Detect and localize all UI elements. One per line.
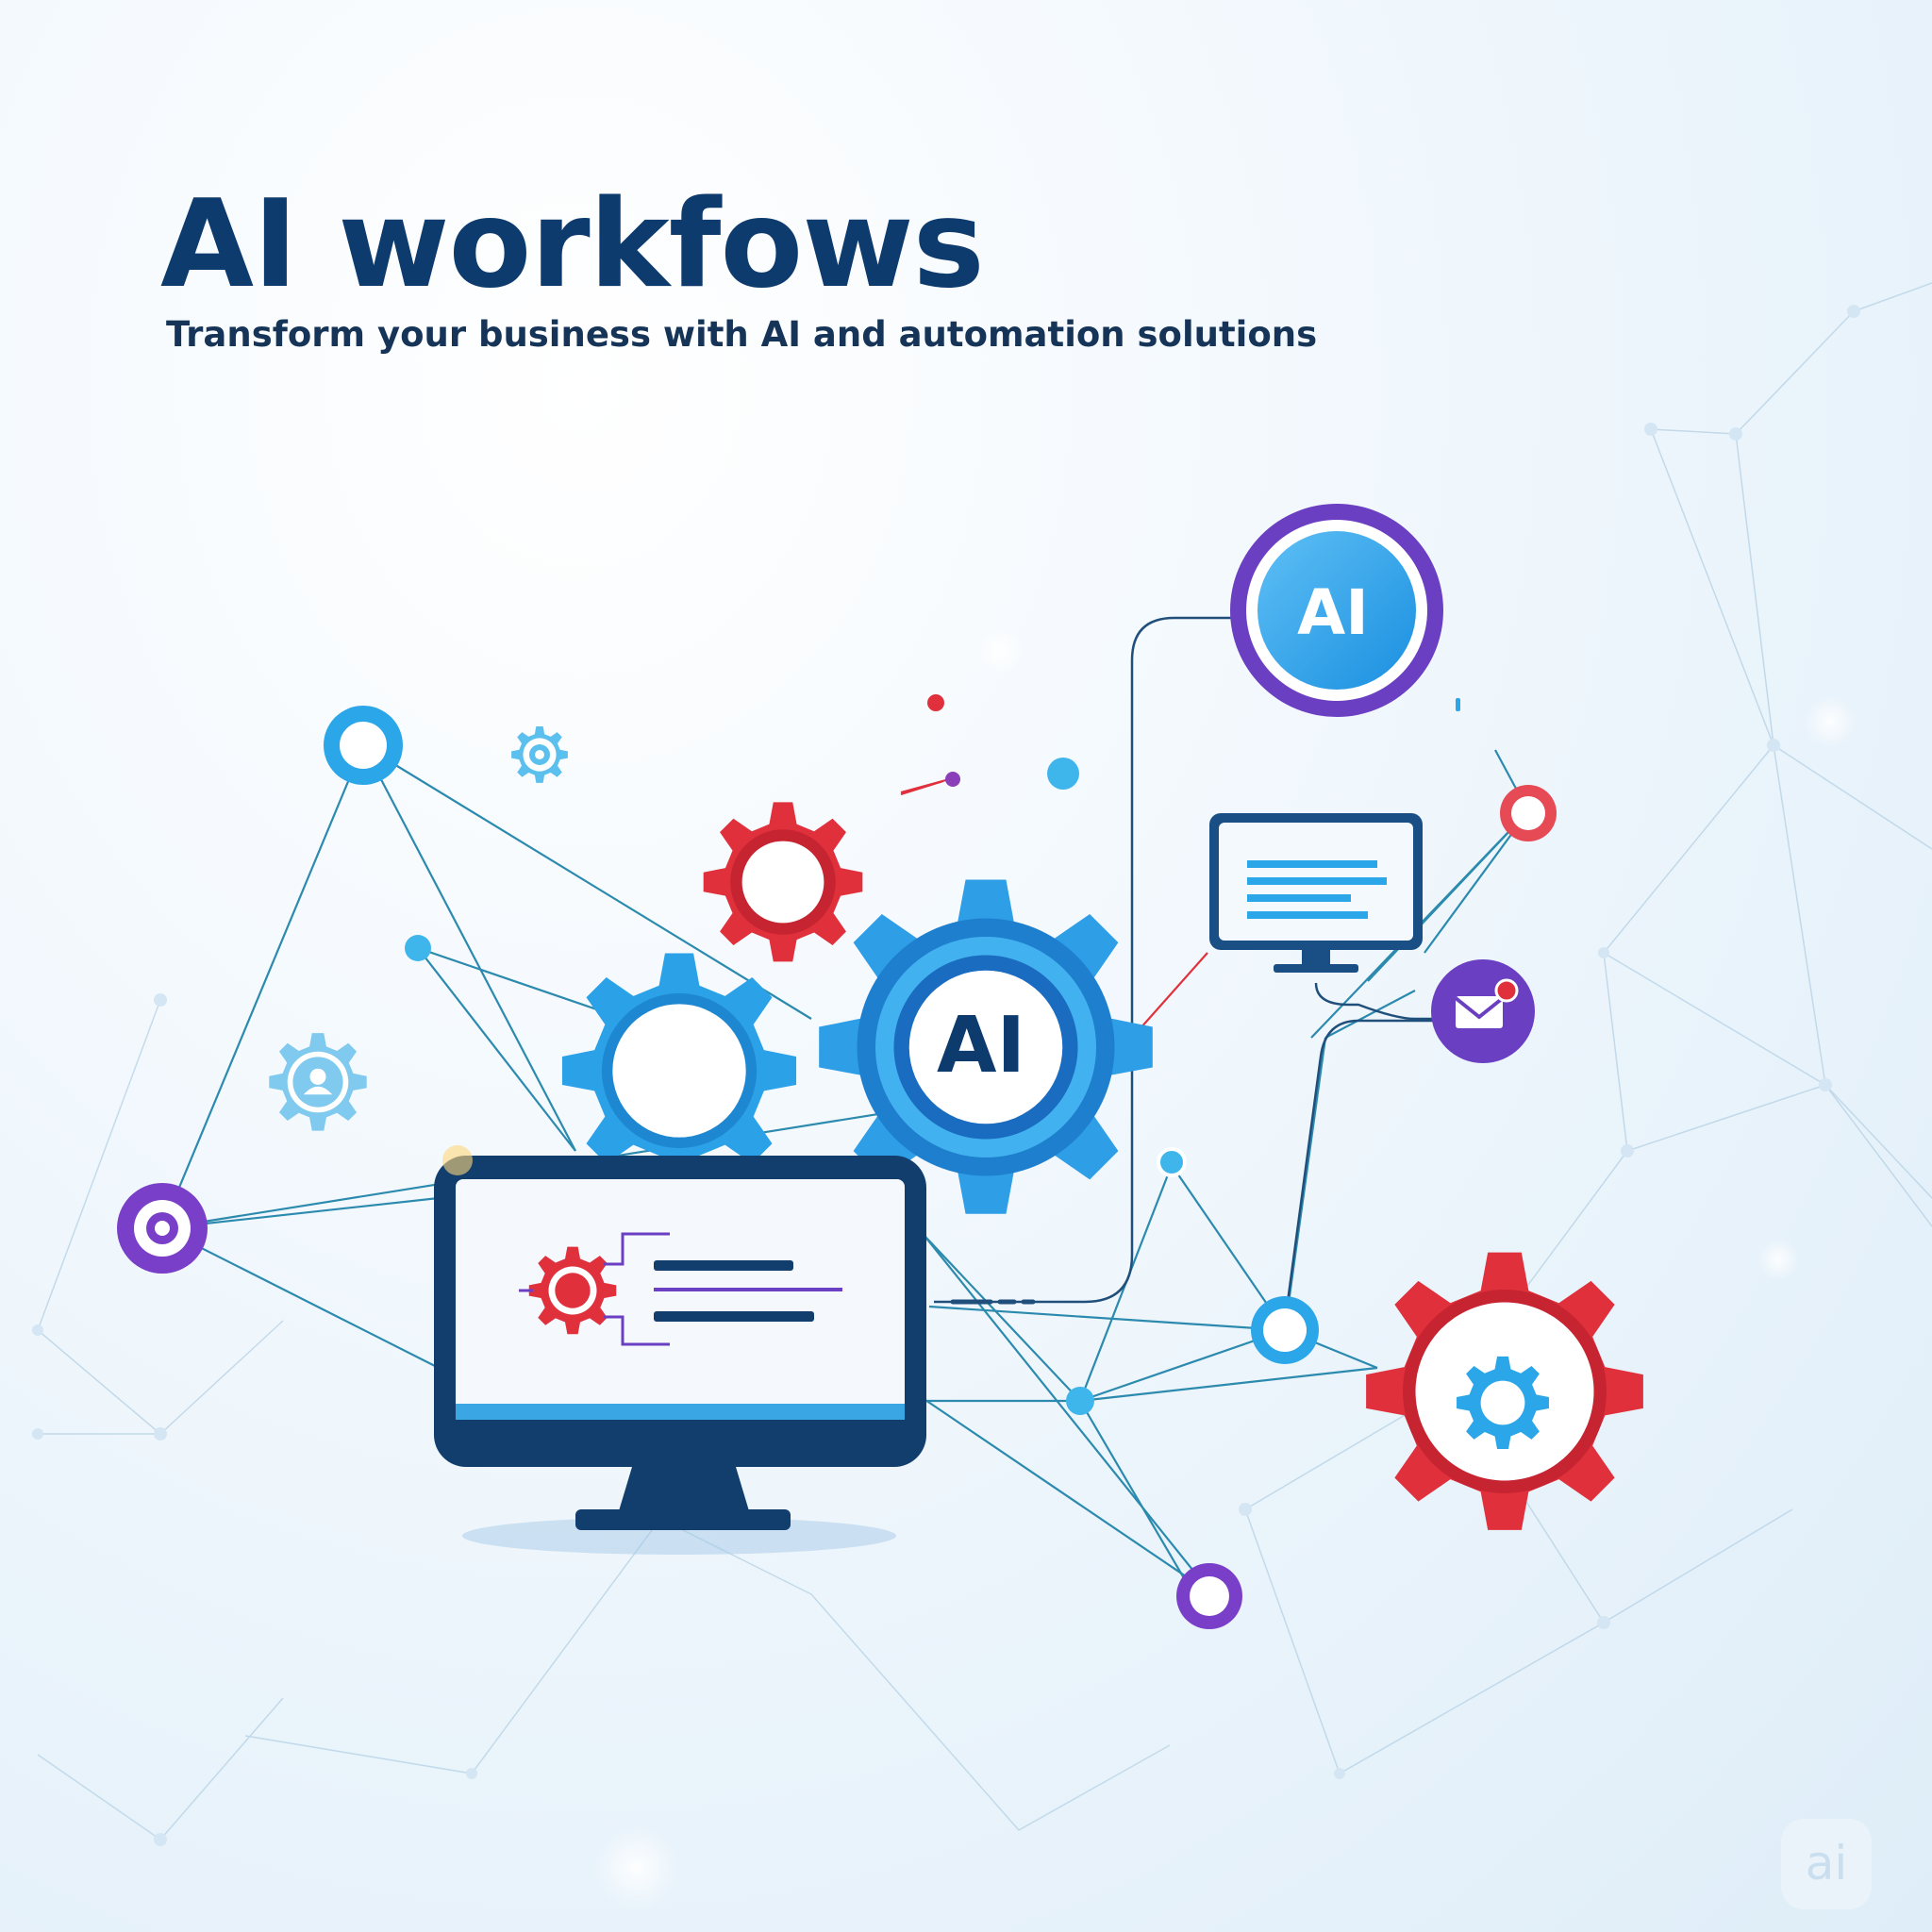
ring-connector-line [1286,1019,1439,1303]
top-node-label: AI [1297,576,1369,649]
user-gear-icon [269,1033,367,1131]
illustration: AI AI ai [32,282,1932,1910]
small-monitor-icon [1209,813,1423,973]
gear-icon [561,953,797,1189]
mail-icon [1431,959,1535,1063]
central-gear-label: AI [937,1001,1025,1091]
gear-icon [1366,1252,1643,1530]
accent-dots [900,694,1460,795]
gear-icon [511,725,568,783]
desktop-monitor-icon [434,1145,926,1555]
network-node-icon [324,706,403,785]
ai-watermark-icon: ai [1781,1819,1872,1909]
gear-icon [703,802,863,962]
network-node-icon [1176,1563,1242,1629]
network-node-icon [1251,1296,1319,1364]
network-node-icon [1500,785,1557,841]
network-node-icon [117,1183,208,1274]
ai-node-icon: AI [1230,504,1443,717]
watermark-label: ai [1806,1836,1848,1890]
